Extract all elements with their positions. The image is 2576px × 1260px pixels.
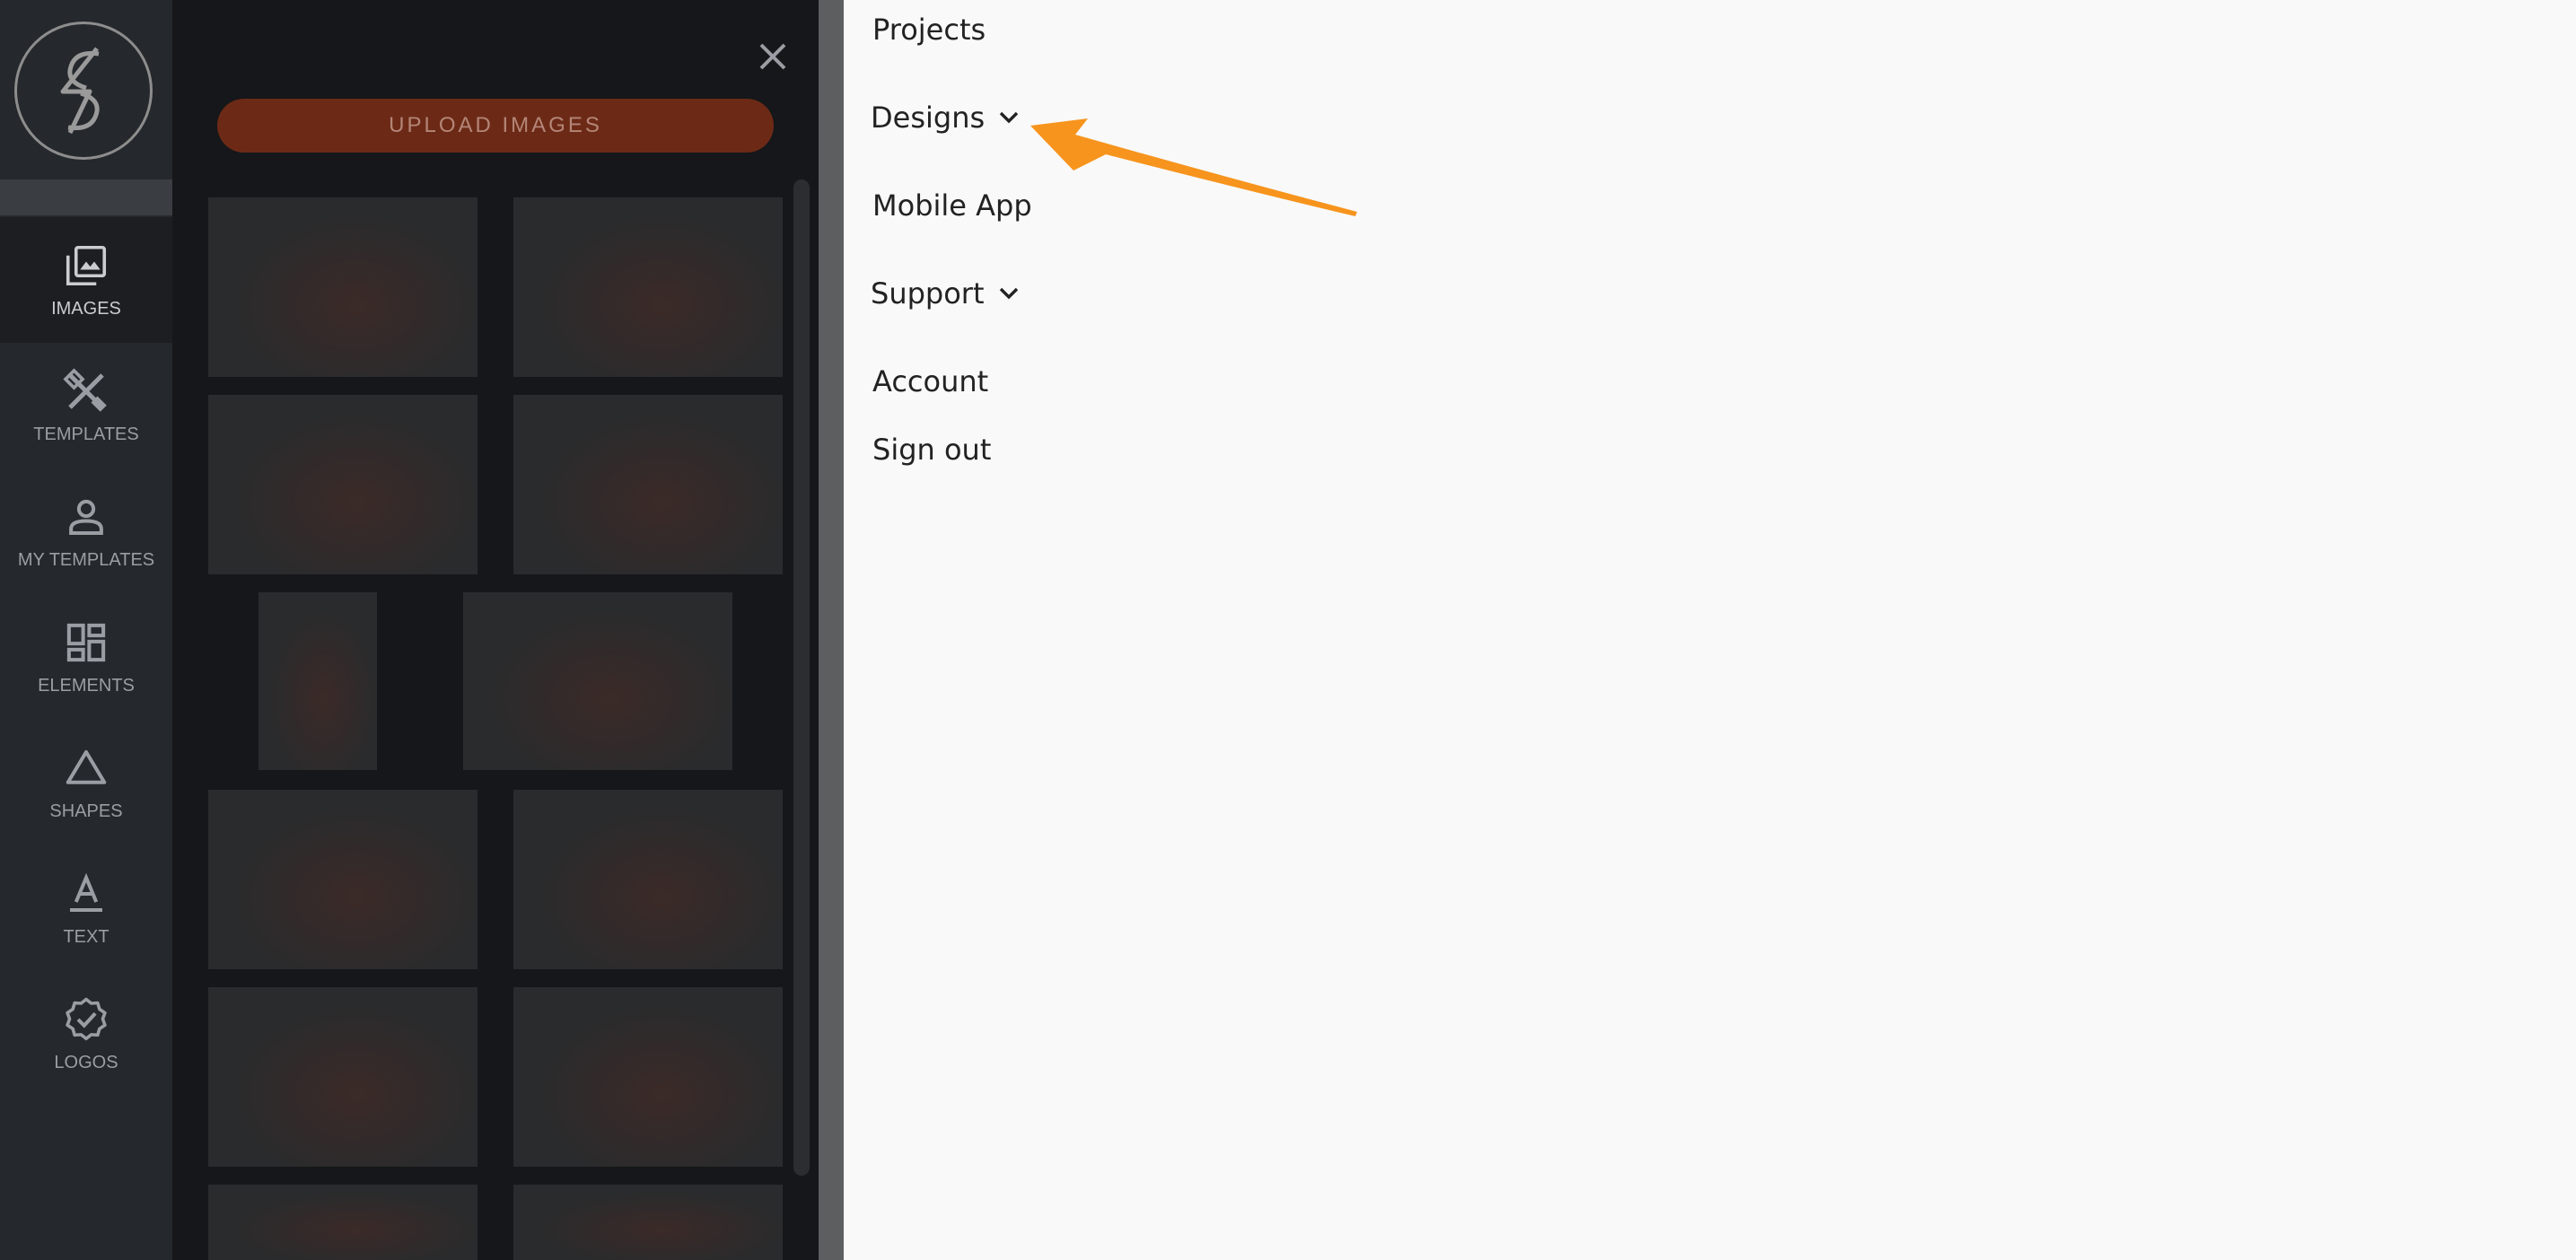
image-thumbnail[interactable] — [208, 790, 478, 969]
menu-item-label: Support — [871, 276, 985, 311]
image-thumbnail[interactable] — [513, 987, 783, 1167]
menu-item-account[interactable]: Account — [872, 364, 988, 398]
person-icon — [69, 499, 103, 535]
image-thumbnail[interactable] — [513, 395, 783, 574]
image-thumbnail[interactable] — [258, 592, 377, 770]
triangle-icon — [66, 749, 107, 784]
menu-item-support[interactable]: Support — [871, 276, 1021, 311]
rail-item-label: IMAGES — [51, 298, 121, 319]
rail-item-label: SHAPES — [49, 801, 123, 821]
rail-item-label: MY TEMPLATES — [17, 549, 155, 570]
chevron-down-icon — [999, 111, 1019, 124]
rail-item-images[interactable]: IMAGES — [0, 217, 172, 343]
close-icon — [759, 43, 786, 70]
menu-item-label: Mobile App — [872, 188, 1032, 223]
rail-item-text[interactable]: TEXT — [0, 845, 172, 971]
close-panel-button[interactable] — [752, 36, 793, 77]
menu-item-sign-out[interactable]: Sign out — [872, 433, 991, 467]
left-tool-rail: IMAGES TEMPLATES MY TEMPLATES ELEMENTS S… — [0, 0, 172, 1260]
menu-item-projects[interactable]: Projects — [872, 13, 986, 47]
image-thumbnail[interactable] — [513, 197, 783, 377]
rail-item-templates[interactable]: TEMPLATES — [0, 343, 172, 468]
rail-item-label: TEMPLATES — [33, 424, 139, 444]
rail-item-elements[interactable]: ELEMENTS — [0, 594, 172, 720]
image-thumbnail[interactable] — [208, 987, 478, 1167]
navigation-menu — [844, 0, 2576, 1260]
app-logo[interactable] — [14, 22, 153, 160]
verified-badge-icon — [66, 997, 107, 1040]
image-thumbnail[interactable] — [463, 592, 732, 770]
upload-images-button[interactable]: UPLOAD IMAGES — [217, 99, 774, 153]
dashboard-icon — [66, 623, 106, 661]
image-thumbnail[interactable] — [513, 790, 783, 969]
rail-item-logos[interactable]: LOGOS — [0, 971, 172, 1097]
menu-item-label: Designs — [871, 101, 986, 135]
menu-item-label: Account — [872, 364, 989, 398]
logo-mark-icon — [60, 47, 100, 135]
rail-item-label: LOGOS — [54, 1052, 118, 1072]
rail-item-my-templates[interactable]: MY TEMPLATES — [0, 468, 172, 594]
rail-item-shapes[interactable]: SHAPES — [0, 720, 172, 845]
menu-item-designs[interactable]: Designs — [871, 101, 1021, 135]
image-thumbnail[interactable] — [513, 1185, 783, 1260]
images-icon — [66, 245, 107, 285]
rail-item-label: ELEMENTS — [38, 675, 135, 696]
panel-scrollbar[interactable] — [793, 179, 810, 1176]
image-thumbnail[interactable] — [208, 1185, 478, 1260]
menu-item-mobile-app[interactable]: Mobile App — [872, 188, 1032, 223]
rail-item-label: TEXT — [63, 926, 110, 947]
rail-divider-strip — [0, 179, 172, 215]
menu-item-label: Projects — [872, 13, 986, 47]
chevron-down-icon — [999, 287, 1018, 300]
overlay-divider — [819, 0, 844, 1260]
image-thumbnail[interactable] — [208, 197, 478, 377]
image-thumbnail[interactable] — [208, 395, 478, 574]
menu-item-label: Sign out — [872, 433, 992, 467]
text-icon — [70, 872, 102, 912]
templates-icon — [63, 367, 107, 412]
